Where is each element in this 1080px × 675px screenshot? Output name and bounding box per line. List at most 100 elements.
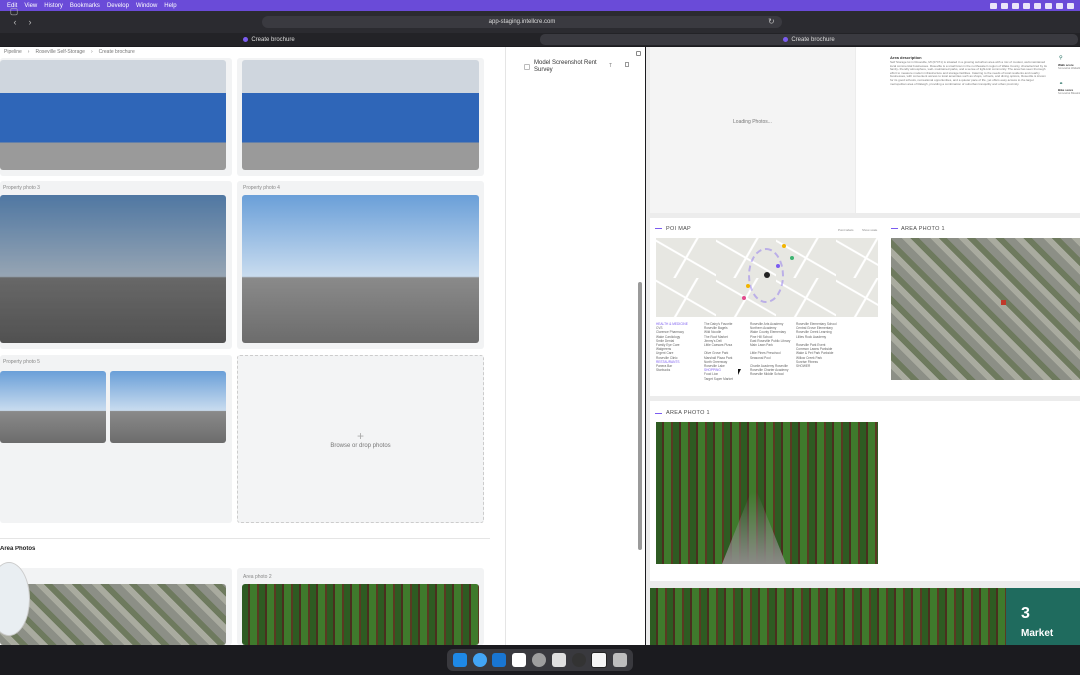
- back-icon[interactable]: ‹: [9, 16, 21, 28]
- plus-icon: +: [356, 429, 364, 443]
- poi-legend-col-1: HEALTH & MEDICINE CVS Clarence Pharmacy …: [656, 322, 702, 382]
- photo-card: [0, 568, 232, 645]
- photo-card: Property photo 4: [237, 181, 484, 349]
- poi-marker-icon: [776, 264, 780, 268]
- photo-loading-panel: Loading Photos...: [650, 47, 855, 213]
- photo-card: Property photo 3: [0, 181, 232, 349]
- area-photo-title: AREA PHOTO 1: [901, 226, 945, 232]
- survey-panel: [505, 47, 645, 645]
- trash-bin-icon[interactable]: [613, 653, 628, 667]
- photo-label: Property photo 4: [243, 185, 280, 191]
- status-icon[interactable]: [1001, 2, 1008, 9]
- photo-label: Property photo 5: [3, 359, 40, 365]
- menu-bookmarks[interactable]: Bookmarks: [70, 3, 100, 9]
- photo-dropzone[interactable]: + Browse or drop photos: [237, 355, 484, 523]
- poi-item: SHOWER: [796, 364, 811, 369]
- menu-view[interactable]: View: [24, 3, 37, 9]
- status-icon[interactable]: [1056, 2, 1063, 9]
- property-photo-2[interactable]: [242, 60, 479, 170]
- bike-icon: ⚭: [1059, 81, 1064, 87]
- poi-map-title: POI MAP: [666, 226, 692, 232]
- dropzone-label: Browse or drop photos: [330, 443, 391, 449]
- poi-map[interactable]: [656, 238, 878, 317]
- poi-legend-col-4: Roseville Elementary School Central Grov…: [796, 322, 842, 382]
- poi-item: Roseville Middle School: [750, 372, 784, 377]
- property-photo-3[interactable]: [0, 195, 226, 343]
- area-aerial-photo[interactable]: [891, 238, 1080, 380]
- area-forest-photo[interactable]: [656, 422, 878, 564]
- area-description-text: Self Storage lot in Roseville, MI (07471…: [890, 60, 1047, 86]
- market-section-number: 3: [1021, 605, 1030, 622]
- poi-legend-col-3: Roseville Arts Academy Northern Academy …: [750, 322, 795, 382]
- forward-icon[interactable]: ›: [24, 16, 36, 28]
- status-icon[interactable]: [990, 2, 997, 9]
- poi-item: Lillies Rock Academy: [796, 334, 827, 339]
- poi-toggle-scale[interactable]: Show scale: [862, 228, 877, 232]
- tab-create-brochure-2[interactable]: Create brochure: [540, 34, 1078, 45]
- scrollbar[interactable]: [638, 282, 642, 550]
- section-title-area-photos: Area Photos: [0, 546, 36, 552]
- reload-icon[interactable]: ↻: [768, 17, 775, 26]
- status-icon[interactable]: [1023, 2, 1030, 9]
- poi-marker-icon: [746, 284, 750, 288]
- settings-icon[interactable]: [531, 653, 546, 667]
- property-photo-1[interactable]: [0, 60, 226, 170]
- title-accent: [655, 228, 662, 229]
- status-icon[interactable]: [1012, 2, 1019, 9]
- document-icon: [524, 64, 530, 70]
- menu-history[interactable]: History: [44, 3, 63, 9]
- url-text: app-staging.intellcre.com: [488, 19, 556, 25]
- poi-item: Little Caesars Pizza: [704, 343, 733, 348]
- app-icon[interactable]: [571, 653, 586, 667]
- menu-help[interactable]: Help: [164, 3, 176, 9]
- walk-score-desc: Somewhat Walkable: [1058, 67, 1080, 70]
- walk-icon: ⚲: [1059, 55, 1063, 61]
- poi-item: Starbucks: [656, 368, 671, 373]
- slack-icon[interactable]: [551, 653, 566, 667]
- photo-label: Area photo 2: [243, 574, 272, 580]
- mouse-cursor-icon: [738, 369, 744, 375]
- area-description-panel: Area description Self Storage lot in Ros…: [856, 47, 1080, 213]
- area-photo-2[interactable]: [242, 584, 479, 645]
- sort-icon[interactable]: T: [609, 63, 612, 69]
- mail-icon[interactable]: [492, 653, 507, 667]
- poi-item: Seasonal Pool: [750, 355, 771, 360]
- bike-score-desc: Somewhat Bikeable: [1058, 92, 1080, 95]
- property-photo-5b[interactable]: [110, 371, 226, 443]
- finder-icon[interactable]: [452, 653, 467, 667]
- trash-icon[interactable]: [625, 62, 629, 67]
- tab-favicon-icon: [783, 37, 789, 42]
- tab-create-brochure-1[interactable]: Create brochure: [0, 33, 538, 46]
- title-accent: [655, 413, 662, 414]
- macos-dock: [447, 649, 633, 671]
- property-photo-5a[interactable]: [0, 371, 106, 443]
- path: [722, 492, 786, 564]
- poi-toggle-labels[interactable]: Point labels: [838, 228, 854, 232]
- poi-marker-icon: [790, 256, 794, 260]
- status-icon[interactable]: [1067, 2, 1074, 9]
- property-pin-icon: [764, 272, 770, 278]
- notion-icon[interactable]: [591, 652, 608, 668]
- poi-marker-icon: [742, 296, 746, 300]
- status-icons: [990, 2, 1080, 9]
- menu-window[interactable]: Window: [136, 3, 157, 9]
- tab-favicon-icon: [243, 37, 249, 42]
- photo-card: [237, 58, 484, 176]
- poi-item: Main Lawn Park: [750, 343, 773, 348]
- tab-label: Create brochure: [791, 36, 835, 43]
- status-icon[interactable]: [1045, 2, 1052, 9]
- address-bar[interactable]: app-staging.intellcre.com: [262, 16, 782, 28]
- market-panel: 3 Market: [1006, 588, 1080, 645]
- area-photo-1[interactable]: [0, 584, 226, 645]
- market-section-label: Market: [1021, 628, 1054, 639]
- survey-title[interactable]: Model Screenshot Rent Survey: [534, 60, 602, 74]
- property-photo-4[interactable]: [242, 195, 479, 343]
- tab-label: Create brochure: [251, 36, 295, 43]
- status-icon[interactable]: [1034, 2, 1041, 9]
- divider: [0, 538, 490, 539]
- safari-icon[interactable]: [472, 653, 487, 667]
- menu-develop[interactable]: Develop: [107, 3, 129, 9]
- photo-card: Area photo 2: [237, 568, 484, 645]
- panel-toggle-icon[interactable]: [636, 51, 641, 56]
- calendar-icon[interactable]: [512, 653, 527, 667]
